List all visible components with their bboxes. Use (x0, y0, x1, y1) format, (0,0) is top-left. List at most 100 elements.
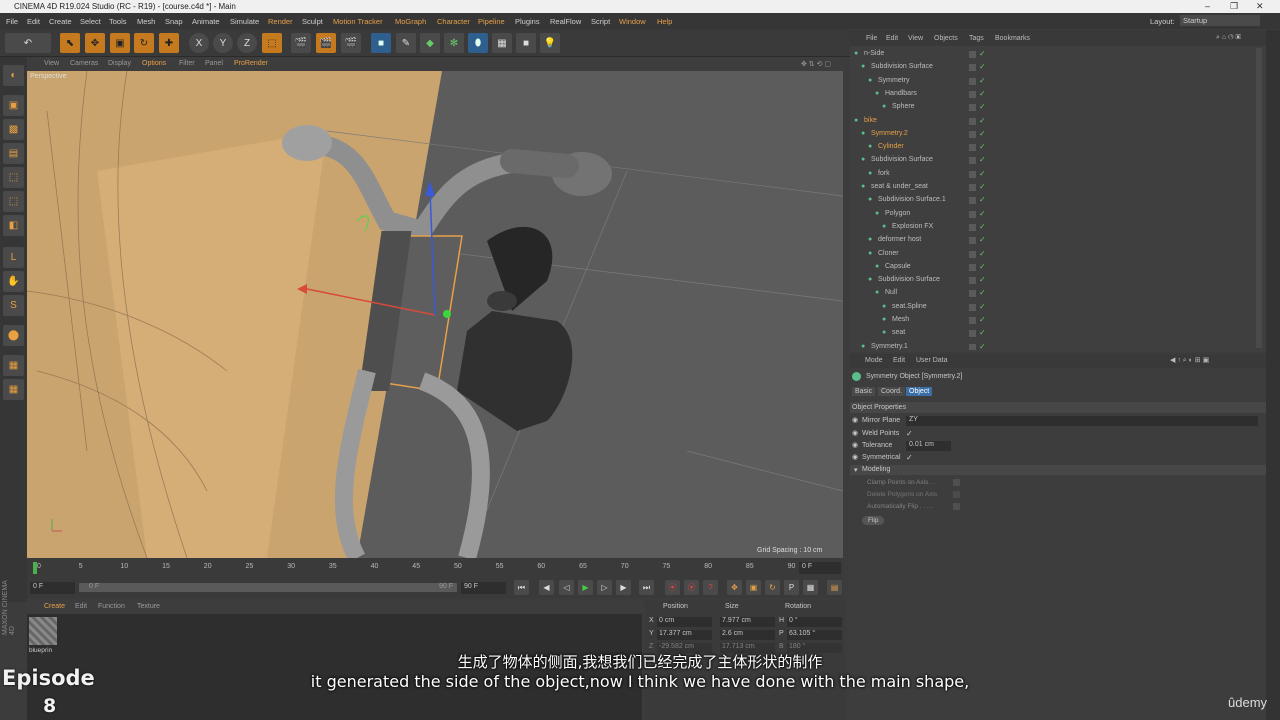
solo-button[interactable]: ⬤ (3, 325, 24, 346)
object-row[interactable]: ● seat.Spline ✓ (854, 301, 1264, 314)
object-name[interactable]: Cloner (878, 250, 899, 257)
model-mode-button[interactable]: ▣ (3, 95, 24, 116)
menu-animate[interactable]: Animate (192, 17, 220, 26)
object-name[interactable]: Mesh (892, 316, 909, 323)
layer-toggle[interactable] (969, 184, 976, 191)
layer-toggle[interactable] (969, 144, 976, 152)
play-button[interactable]: ▶ (578, 580, 593, 595)
enable-checkmark-icon[interactable]: ✓ (979, 235, 986, 244)
points-mode-button[interactable]: ⬚ (3, 167, 24, 188)
object-row[interactable]: ● fork ✓ (854, 168, 1264, 181)
undo-button[interactable]: ↶ (5, 33, 51, 53)
modeling-group-header[interactable]: ▾ Modeling (850, 465, 1266, 475)
enable-checkmark-icon[interactable]: ✓ (979, 288, 986, 297)
current-frame-field[interactable]: 0 F (799, 562, 841, 574)
axis-mode-button[interactable]: L (3, 247, 24, 268)
attributes-menu-user-data[interactable]: User Data (916, 357, 948, 364)
object-row[interactable]: ● seat ✓ (854, 327, 1264, 340)
locked-workplane-button[interactable]: ▦ (3, 355, 24, 376)
viewport-menu-display[interactable]: Display (108, 60, 131, 67)
object-name[interactable]: fork (878, 170, 890, 177)
layer-toggle[interactable] (969, 157, 976, 165)
layer-toggle[interactable] (969, 250, 976, 258)
layout-select[interactable]: Startup (1180, 15, 1260, 26)
anim-dot-icon[interactable]: ◉ (852, 416, 858, 424)
enable-checkmark-icon[interactable]: ✓ (979, 49, 986, 58)
layer-toggle[interactable] (969, 330, 976, 338)
position-y-field[interactable]: 17.377 cm (657, 630, 712, 640)
layer-toggle[interactable] (969, 317, 976, 324)
polygons-mode-button[interactable]: ◧ (3, 215, 24, 236)
mirror-plane-select[interactable]: ZY (906, 416, 1258, 426)
material-menu-create[interactable]: Create (44, 603, 65, 610)
enable-checkmark-icon[interactable]: ✓ (979, 209, 986, 218)
enable-checkmark-icon[interactable]: ✓ (979, 182, 986, 191)
restore-icon[interactable]: ❐ (1230, 1, 1238, 12)
enable-checkmark-icon[interactable]: ✓ (979, 89, 986, 98)
timeline[interactable]: 0 5 10 15 20 25 30 35 40 45 50 55 60 65 70 75 80 85 90 0 F (27, 558, 843, 578)
tolerance-field[interactable]: 0.01 cm (906, 441, 951, 451)
enable-checkmark-icon[interactable]: ✓ (979, 262, 986, 271)
autokey-button[interactable]: ⦿ (684, 580, 699, 595)
object-name[interactable]: Null (885, 289, 897, 296)
menu-mograph[interactable]: MoGraph (395, 17, 426, 26)
enable-checkmark-icon[interactable]: ✓ (979, 116, 986, 125)
layer-toggle[interactable] (969, 130, 976, 138)
menu-motion-tracker[interactable]: Motion Tracker (333, 17, 383, 26)
layer-toggle[interactable] (969, 210, 976, 218)
planar-workplane-button[interactable]: ▦ (3, 379, 24, 400)
point-level-button[interactable]: ▦ (803, 580, 818, 595)
position-x-field[interactable]: 0 cm (657, 617, 712, 627)
viewport-menu-filter[interactable]: Filter (179, 60, 195, 67)
menu-simulate[interactable]: Simulate (230, 17, 259, 26)
start-frame-field[interactable]: 0 F (30, 582, 75, 594)
automatically-flip-checkbox[interactable] (953, 503, 960, 510)
object-row[interactable]: ● seat & under_seat ✓ (854, 181, 1264, 194)
object-name[interactable]: Subdivision Surface.1 (878, 196, 946, 203)
anim-dot-icon[interactable]: ◉ (852, 453, 858, 461)
go-to-end-button[interactable]: ⏭ (639, 580, 654, 595)
object-name[interactable]: Polygon (885, 210, 910, 217)
viewport-menu-options[interactable]: Options (142, 60, 166, 67)
object-row[interactable]: ● Cylinder ✓ (854, 141, 1264, 154)
object-name[interactable]: Capsule (885, 263, 911, 270)
object-name[interactable]: bike (864, 117, 877, 124)
step-back-button[interactable]: ◁ (559, 580, 574, 595)
flip-button[interactable]: Flip (862, 516, 885, 525)
light-button[interactable]: 💡 (540, 33, 560, 53)
objects-menu-bookmarks[interactable]: Bookmarks (995, 35, 1030, 42)
camera-button[interactable]: ■ (516, 33, 536, 53)
object-name[interactable]: Symmetry.2 (871, 130, 908, 137)
layer-toggle[interactable] (969, 237, 976, 245)
viewport-menu-cameras[interactable]: Cameras (70, 60, 98, 67)
object-row[interactable]: ● n-Side ✓ (854, 48, 1264, 61)
position-key-button[interactable]: ✥ (727, 580, 742, 595)
enable-checkmark-icon[interactable]: ✓ (979, 315, 986, 324)
tab-basic[interactable]: Basic (852, 387, 876, 396)
object-row[interactable]: ● Polygon ✓ (854, 208, 1264, 221)
live-select-button[interactable]: ⬉ (60, 33, 80, 53)
attribute-nav-icon[interactable]: ◀ ↑ ⌕ ◐ ⊞ ▣ (1170, 356, 1209, 365)
menu-edit[interactable]: Edit (27, 17, 40, 26)
next-key-button[interactable]: ▶ (616, 580, 631, 595)
object-name[interactable]: Subdivision Surface (878, 276, 940, 283)
object-row[interactable]: ● Subdivision Surface ✓ (854, 61, 1264, 74)
recent-tool-button[interactable]: ✚ (159, 33, 179, 53)
object-name[interactable]: seat & under_seat (871, 183, 928, 190)
material-swatch[interactable] (29, 617, 57, 645)
layer-toggle[interactable] (969, 51, 976, 58)
menu-help[interactable]: Help (657, 17, 672, 26)
object-name[interactable]: Subdivision Surface (871, 156, 933, 163)
x-axis-button[interactable]: X (189, 33, 209, 53)
scale-key-button[interactable]: ▣ (746, 580, 761, 595)
object-row[interactable]: ● Capsule ✓ (854, 261, 1264, 274)
previous-key-button[interactable]: ◀ (539, 580, 554, 595)
workplane-button[interactable]: ▤ (3, 143, 24, 164)
tweak-mode-button[interactable]: ✋ (3, 271, 24, 292)
layer-toggle[interactable] (969, 197, 976, 205)
object-row[interactable]: ● Explosion FX ✓ (854, 221, 1264, 234)
object-name[interactable]: Symmetry.1 (871, 343, 908, 350)
menu-create[interactable]: Create (49, 17, 72, 26)
viewport[interactable]: Perspective Grid Spacing : 10 cm (27, 71, 843, 558)
scale-button[interactable]: ▣ (110, 33, 130, 53)
